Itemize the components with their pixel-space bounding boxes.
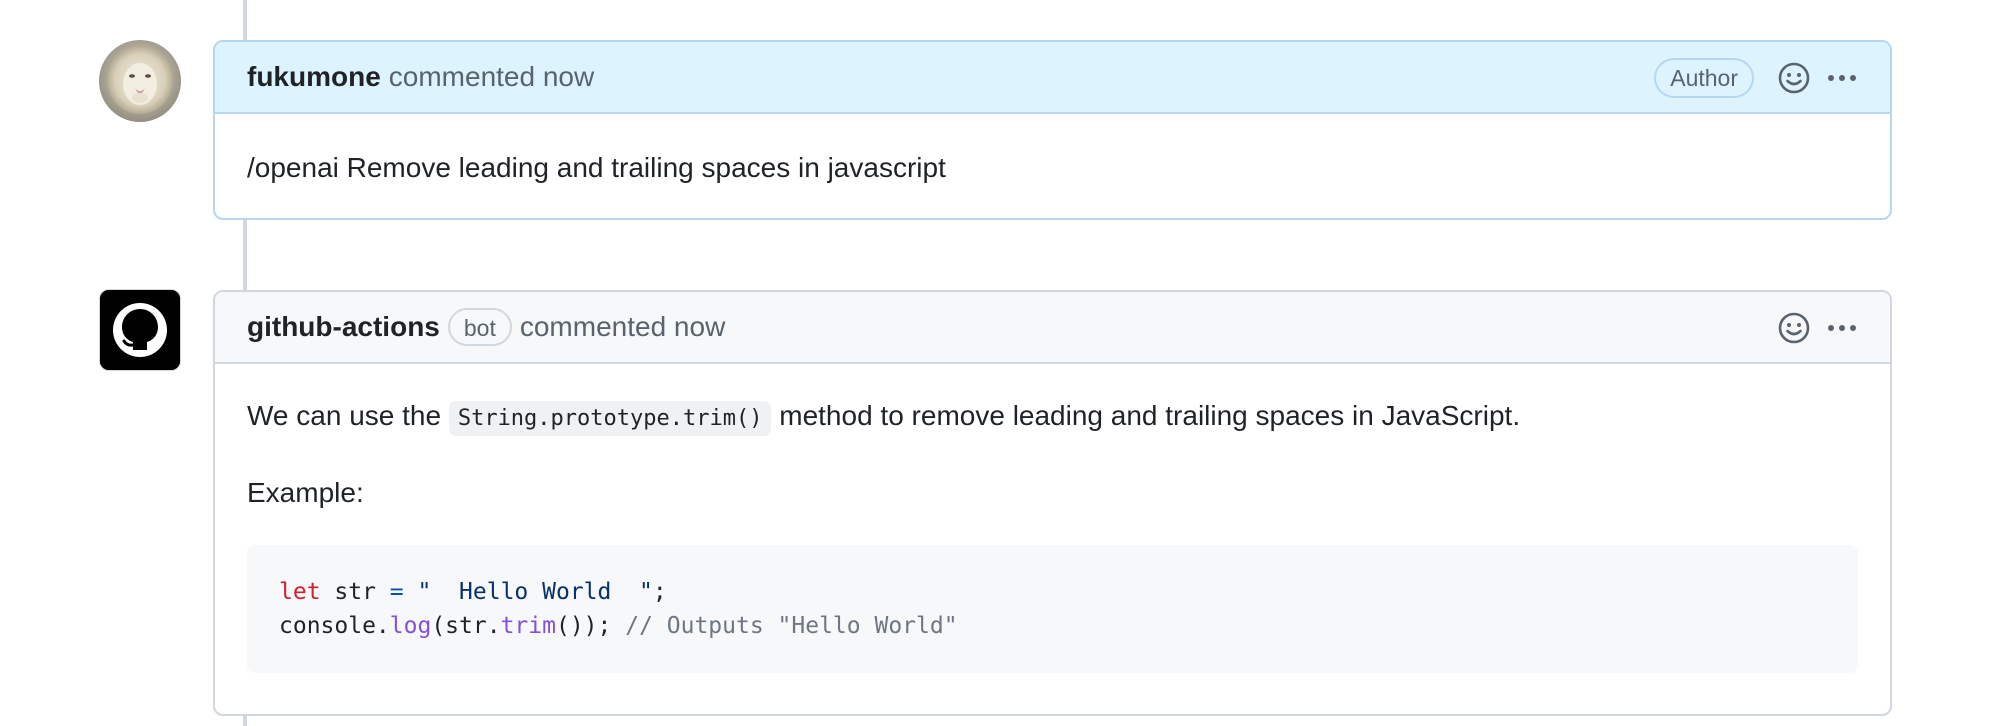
code-operator: = (389, 579, 404, 605)
smiley-icon[interactable] (1776, 60, 1812, 96)
comment-text: /openai Remove leading and trailing spac… (247, 152, 946, 183)
comment-author-link[interactable]: fukumone (247, 61, 381, 93)
code-string: " Hello World " (403, 579, 653, 605)
comment-header-actions: Author (1654, 42, 1860, 114)
smiley-icon[interactable] (1776, 310, 1812, 346)
code-comment: // Outputs "Hello World" (625, 613, 958, 639)
comment-timestamp[interactable]: commented now (389, 61, 594, 93)
code-object: console. (279, 613, 390, 639)
lion-avatar (99, 40, 181, 122)
user-avatar[interactable] (99, 40, 181, 122)
comment-header: fukumone commented now Author (215, 42, 1890, 114)
paragraph-text: method to remove leading and trailing sp… (771, 400, 1521, 431)
kebab-horizontal-icon[interactable] (1824, 60, 1860, 96)
github-mark-icon (100, 290, 180, 370)
code-punctuation: ; (652, 579, 667, 605)
code-keyword: let (279, 579, 321, 605)
author-badge: Author (1654, 58, 1754, 98)
code-function: log (389, 613, 432, 639)
comment-paragraph: We can use the String.prototype.trim() m… (247, 396, 1858, 439)
inline-code: String.prototype.trim() (448, 401, 772, 436)
comment-body: We can use the String.prototype.trim() m… (215, 364, 1890, 673)
paragraph-text: We can use the (247, 400, 449, 431)
comment-author-link[interactable]: github-actions (247, 311, 440, 343)
comment-header: github-actions bot commented now (215, 292, 1890, 364)
comment-body: /openai Remove leading and trailing spac… (215, 114, 1890, 188)
comment-card: fukumone commented now Author /openai Re… (213, 40, 1892, 220)
code-variable: str (320, 579, 390, 605)
code-function: trim (500, 613, 556, 639)
code-punctuation: ()); (555, 613, 626, 639)
bot-avatar[interactable] (99, 289, 181, 371)
kebab-horizontal-icon[interactable] (1824, 310, 1860, 346)
comment-card: github-actions bot commented now We can … (213, 290, 1892, 716)
example-label: Example: (247, 477, 364, 508)
comment-timestamp[interactable]: commented now (520, 311, 725, 343)
code-punctuation: (str. (431, 613, 501, 639)
bot-label: bot (447, 308, 512, 346)
comment-header-actions (1776, 292, 1860, 364)
code-block: let str = " Hello World "; console.log(s… (247, 545, 1858, 673)
